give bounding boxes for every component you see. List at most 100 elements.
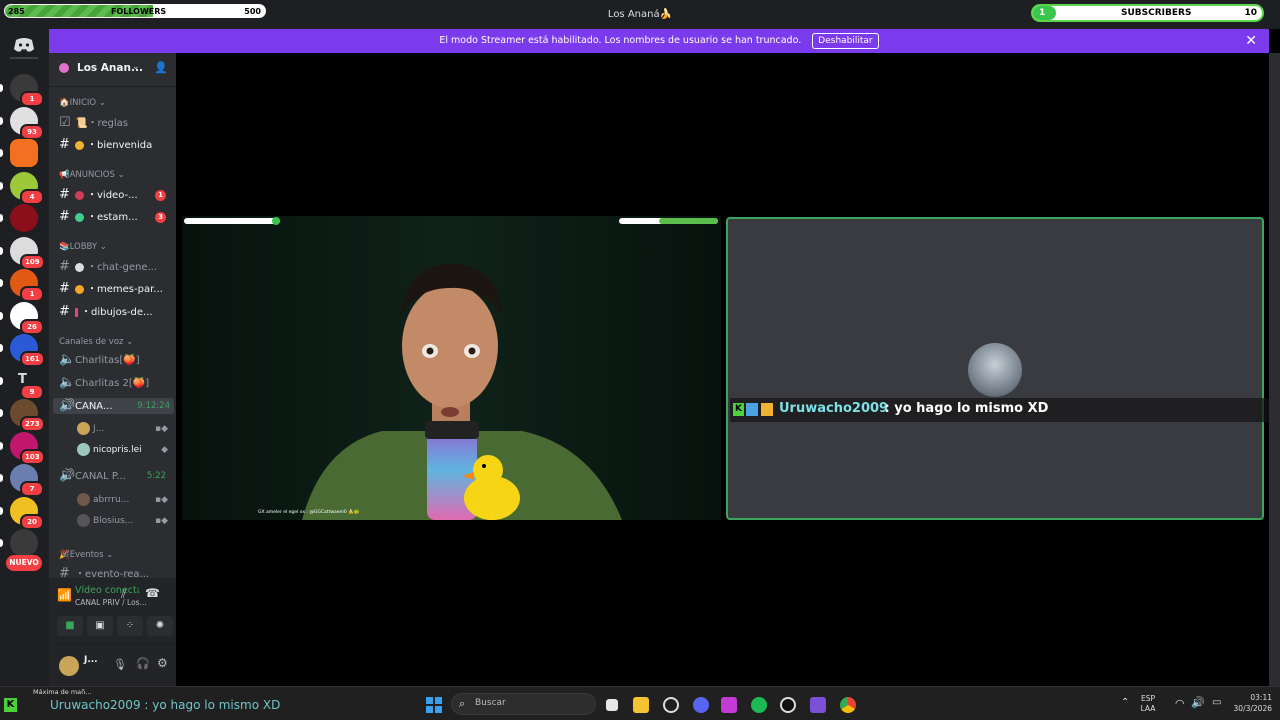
unread-indicator: [0, 84, 3, 92]
close-icon[interactable]: ✕: [1245, 29, 1257, 53]
mention-badge: 20: [20, 513, 44, 530]
channel-bienvenida[interactable]: # ・bienvenida: [59, 137, 174, 153]
emoji-icon: [75, 140, 84, 150]
mention-badge: 3: [155, 212, 166, 223]
headphones-icon[interactable]: 🎧: [136, 657, 150, 670]
chat-overlay-message: K Uruwacho2009 : yo hago lo mismo XD: [730, 398, 1280, 422]
badge-icon: [746, 403, 758, 416]
app-icon[interactable]: [721, 697, 737, 713]
chevron-down-icon[interactable]: ⌄: [132, 62, 140, 72]
category-lobby[interactable]: 📚LOBBY ⌄: [59, 242, 107, 252]
camera-button[interactable]: ■: [57, 616, 83, 636]
voice-user[interactable]: Blosius... ▪◆: [77, 513, 172, 529]
language-bottom: LAA: [1140, 704, 1156, 713]
category-voz[interactable]: Canales de voz ⌄: [59, 337, 133, 347]
category-anuncios[interactable]: 📢ANUNCIOS ⌄: [59, 170, 125, 180]
language-top: ESP: [1140, 694, 1156, 703]
participant-tile[interactable]: [726, 217, 1264, 520]
obs-icon[interactable]: [780, 697, 796, 713]
microphone-icon[interactable]: 🎙: [113, 658, 127, 671]
clock-time: 03:11: [1250, 693, 1272, 702]
spotify-icon[interactable]: [751, 697, 767, 713]
channel-memes[interactable]: # ・memes-par...: [59, 281, 174, 297]
channel-estam[interactable]: # ・estam... 3: [59, 209, 174, 225]
language-indicator[interactable]: ESP LAA: [1137, 687, 1159, 714]
voice-channel-name[interactable]: CANAL PRIV / Los...: [75, 598, 147, 607]
avatar: [968, 343, 1022, 397]
disable-streamer-button[interactable]: Deshabilitar: [812, 33, 879, 49]
server-header[interactable]: Los Anan... ⌄ 👤: [49, 53, 176, 87]
task-view-icon[interactable]: [606, 699, 618, 711]
app-icon[interactable]: [810, 697, 826, 713]
voice-user-name: abrrru...: [93, 495, 130, 505]
channel-chat-general[interactable]: # ・chat-gene...: [59, 259, 174, 275]
hash-icon: #: [59, 304, 70, 319]
taskbar-overlay-small: Máxima de mañ...: [33, 688, 92, 696]
voice-user[interactable]: J... ▪◆: [77, 421, 172, 437]
pencil-icon: [75, 307, 78, 317]
unread-indicator: [0, 116, 3, 125]
camera-icon: ▪◆: [154, 516, 168, 526]
category-eventos[interactable]: 🎉Eventos ⌄: [59, 550, 113, 560]
category-label: 📚LOBBY: [59, 242, 98, 252]
battery-icon[interactable]: ▭: [1212, 697, 1221, 708]
voice-user[interactable]: abrrru... ▪◆: [77, 492, 172, 508]
disconnect-icon[interactable]: ☎: [145, 586, 160, 600]
chrome-icon[interactable]: [840, 697, 856, 713]
speaker-icon: 🔊: [59, 398, 76, 413]
channel-reglas[interactable]: ☑ 📜・reglas: [59, 115, 174, 131]
voice-channel-charlitas-2[interactable]: 🔈Charlitas 2[🍑]: [59, 375, 174, 391]
unread-indicator: [0, 441, 3, 450]
server-icon[interactable]: [10, 529, 38, 557]
channel-dibujos[interactable]: # ・dibujos-de...: [59, 304, 174, 320]
server-icon[interactable]: [10, 139, 38, 167]
add-member-icon[interactable]: 👤: [154, 61, 168, 74]
banner-text: El modo Streamer está habilitado. Los no…: [439, 35, 802, 46]
file-explorer-icon[interactable]: [633, 697, 649, 713]
new-badge[interactable]: NUEVO: [6, 555, 42, 571]
avatar[interactable]: [59, 656, 79, 676]
chatgpt-icon[interactable]: [663, 697, 679, 713]
windows-start-icon[interactable]: [426, 697, 442, 713]
voice-user[interactable]: nicopris.lei ◆: [77, 442, 172, 458]
discord-home-icon[interactable]: [13, 37, 35, 53]
channel-label: ・estam...: [87, 212, 138, 223]
mention-badge: 9: [20, 383, 44, 400]
clock[interactable]: 03:11 30/3/2026: [1232, 692, 1272, 714]
user-panel: J... 🎙 🎧 ⚙: [49, 644, 176, 686]
mention-badge: 1: [155, 190, 166, 201]
category-label: 📢ANUNCIOS: [59, 170, 115, 180]
wifi-icon[interactable]: ◠: [1175, 697, 1185, 710]
unread-indicator: [0, 279, 3, 287]
mention-badge: 4: [20, 188, 44, 205]
discord-icon[interactable]: [693, 697, 709, 713]
soundboard-button[interactable]: ✺: [147, 616, 173, 636]
channel-videos[interactable]: # ・video-... 1: [59, 187, 174, 203]
mention-badge: 1: [20, 286, 44, 302]
chat-message: : yo hago lo mismo XD: [880, 401, 1049, 416]
volume-icon[interactable]: 🔊: [1191, 696, 1205, 709]
noise-suppression-icon[interactable]: ⫽: [121, 587, 126, 602]
windows-taskbar: K Máxima de mañ... Uruwacho2009 : yo hag…: [0, 686, 1280, 720]
voice-channel-charlitas[interactable]: 🔈Charlitas[🍑]: [59, 352, 174, 368]
voice-channel-canal-p[interactable]: 🔊CANAL P... 5:22: [59, 468, 174, 484]
clock-date: 30/3/2026: [1233, 704, 1272, 713]
mention-badge: 1: [20, 91, 44, 107]
category-label: 🎉Eventos: [59, 550, 104, 560]
camera-video-tile[interactable]: GX ameler el egel xx : @GGCattwaem0 🍌🐸: [182, 216, 721, 520]
avatar: [77, 513, 90, 527]
voice-channel-canal-priv[interactable]: 🔊CANA... 9:12:24: [53, 398, 174, 414]
screen-share-button[interactable]: ▣: [87, 616, 113, 636]
activities-button[interactable]: ⁘: [117, 616, 143, 636]
channel-label: ・chat-gene...: [87, 262, 158, 273]
server-icon[interactable]: [10, 204, 38, 232]
category-inicio[interactable]: 🏠INICIO ⌄: [59, 98, 106, 108]
voice-user-name: Blosius...: [93, 516, 134, 526]
cam-chat-caption: GX ameler el egel xx : @GGCattwaem0 🍌🐸: [258, 510, 360, 515]
rail-divider: [10, 57, 38, 59]
gear-icon[interactable]: ⚙: [157, 656, 168, 670]
speaker-icon: 🔈: [59, 352, 76, 367]
chevron-up-icon[interactable]: ⌃: [1121, 697, 1129, 708]
taskbar-search[interactable]: ⌕ Buscar: [451, 693, 596, 715]
voice-status[interactable]: Vídeo conectad: [75, 585, 139, 596]
